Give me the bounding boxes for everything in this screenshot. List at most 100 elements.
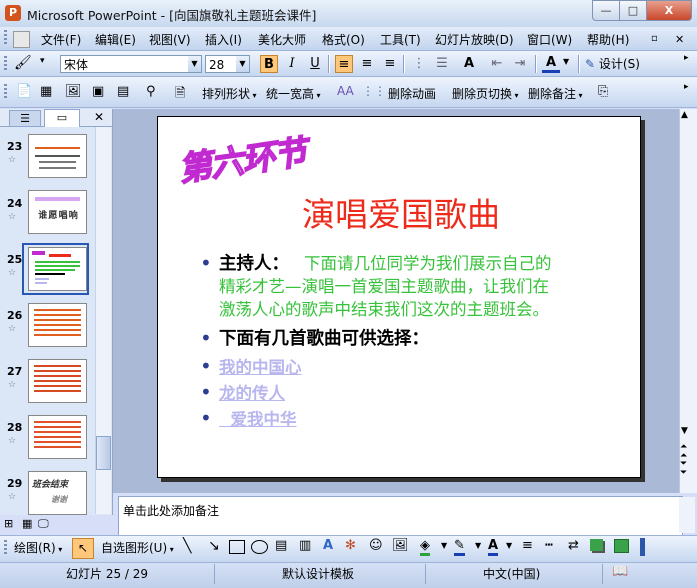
- slide-thumbnail[interactable]: [28, 303, 87, 347]
- menu-beautify[interactable]: 美化大师: [258, 31, 306, 48]
- line-style-icon[interactable]: ≡: [522, 538, 533, 553]
- layout-icon[interactable]: ▤: [117, 84, 129, 99]
- vertical-textbox-icon[interactable]: ▥: [299, 538, 311, 553]
- align-icon[interactable]: ⋮⋮: [362, 84, 386, 98]
- spelling-check-icon[interactable]: 📖: [612, 564, 628, 579]
- bullet1-text-line3[interactable]: 激荡人心的歌声中结束我们这次的主题班会。: [219, 296, 549, 320]
- menu-edit[interactable]: 编辑(E): [95, 31, 136, 48]
- slides-tab[interactable]: ▭: [44, 109, 80, 127]
- chevron-down-icon[interactable]: ▼: [441, 541, 447, 550]
- menu-help[interactable]: 帮助(H): [587, 31, 629, 48]
- align-right-button[interactable]: ≡: [381, 55, 399, 73]
- wand-icon[interactable]: ⚲: [146, 84, 156, 99]
- rectangle-icon[interactable]: [229, 540, 245, 554]
- slide-thumbnail[interactable]: [28, 415, 87, 459]
- dash-style-icon[interactable]: ┅: [545, 538, 553, 553]
- normal-view-icon[interactable]: ⊞: [4, 517, 13, 530]
- slide-thumbnail[interactable]: [28, 359, 87, 403]
- song-link[interactable]: 我的中国心: [219, 354, 302, 378]
- oval-icon[interactable]: [251, 540, 268, 554]
- slide-thumbnail[interactable]: 谁 愿 唱 响: [28, 190, 87, 234]
- outline-tab[interactable]: ☰: [9, 110, 41, 127]
- next-slide-icon[interactable]: ⏷ ⏷: [680, 460, 687, 478]
- menu-format[interactable]: 格式(O): [322, 31, 365, 48]
- toolbar-grip[interactable]: [4, 84, 7, 100]
- document-icon[interactable]: [13, 31, 30, 48]
- 3d-style-icon[interactable]: [614, 539, 629, 553]
- bullet1-text-line2[interactable]: 精彩才艺—演唱一首爱国主题歌曲，让我们在: [219, 273, 549, 297]
- slide-thumbnail[interactable]: 班会结束 谢谢: [28, 471, 87, 515]
- align-center-button[interactable]: ≡: [358, 55, 376, 73]
- notes-scrollbar[interactable]: [679, 497, 695, 533]
- table-icon[interactable]: ▦: [40, 84, 52, 99]
- menu-view[interactable]: 视图(V): [149, 31, 191, 48]
- align-left-button[interactable]: ≡: [335, 55, 353, 73]
- italic-button[interactable]: I: [283, 55, 301, 73]
- slide-heading[interactable]: 演唱爱国歌曲: [302, 188, 500, 236]
- menu-window[interactable]: 窗口(W): [527, 31, 572, 48]
- font-size-select[interactable]: 28 ▼: [205, 55, 250, 73]
- text-style-icon[interactable]: AA: [337, 84, 354, 98]
- chevron-down-icon[interactable]: ▼: [506, 541, 512, 550]
- wordart-icon[interactable]: A: [323, 538, 333, 553]
- document-icon[interactable]: 🗎: [175, 84, 185, 106]
- slide-sorter-icon[interactable]: ▦: [22, 517, 32, 530]
- slide-tool-icon[interactable]: ⎘: [598, 84, 608, 99]
- arrow-style-icon[interactable]: ⇄: [568, 538, 579, 553]
- increase-indent-button[interactable]: ⇥: [511, 55, 529, 73]
- font-color-icon[interactable]: A: [488, 538, 499, 556]
- slideshow-icon[interactable]: 🖵: [38, 517, 49, 531]
- delete-notes-button[interactable]: 删除备注 ▾: [528, 85, 583, 103]
- select-pointer-icon[interactable]: ↖: [72, 538, 94, 559]
- draw-menu-button[interactable]: 绘图(R) ▾: [14, 539, 62, 557]
- song-link[interactable]: 龙的传人: [219, 380, 285, 404]
- maximize-button[interactable]: □: [619, 0, 647, 21]
- uniform-size-button[interactable]: 统一宽高 ▾: [266, 85, 321, 103]
- chevron-down-icon[interactable]: ▼: [236, 56, 249, 72]
- design-button[interactable]: ✎ 设计(S): [585, 55, 640, 73]
- menu-tools[interactable]: 工具(T): [380, 31, 421, 48]
- numbering-button[interactable]: ⋮: [410, 55, 428, 73]
- delete-transition-button[interactable]: 删除页切换 ▾: [452, 85, 519, 103]
- scroll-up-icon[interactable]: ▲: [681, 110, 688, 120]
- new-slide-icon[interactable]: 📄: [16, 84, 32, 99]
- menu-close-icon[interactable]: ✕: [675, 33, 684, 46]
- menu-insert[interactable]: 插入(I): [205, 31, 242, 48]
- chevron-down-icon[interactable]: ▼: [188, 56, 201, 72]
- shadow-style-icon[interactable]: [590, 539, 603, 551]
- slide-thumbnail-selected[interactable]: [28, 247, 87, 291]
- clipart-icon[interactable]: ☺: [369, 538, 383, 553]
- menu-restore-icon[interactable]: ▫: [651, 33, 658, 44]
- close-pane-icon[interactable]: ✕: [94, 110, 104, 124]
- decrease-indent-button[interactable]: ⇤: [488, 55, 506, 73]
- toolbar-grip[interactable]: [4, 540, 7, 556]
- bold-button[interactable]: B: [260, 55, 278, 73]
- bullet2-text[interactable]: 下面有几首歌曲可供选择：: [219, 325, 429, 350]
- textbox-icon[interactable]: ▤: [275, 538, 287, 553]
- diagram-icon[interactable]: ✻: [345, 538, 356, 553]
- chevron-down-icon[interactable]: ▼: [563, 57, 569, 66]
- fill-color-icon[interactable]: ◈: [420, 538, 430, 556]
- minimize-button[interactable]: —: [592, 0, 620, 21]
- toolbar-more-icon[interactable]: [640, 538, 645, 556]
- picture-icon[interactable]: 🖼: [65, 84, 82, 99]
- underline-button[interactable]: U: [306, 55, 324, 73]
- font-color-button[interactable]: A: [542, 55, 560, 73]
- menu-slideshow[interactable]: 幻灯片放映(D): [435, 31, 514, 48]
- toolbar-more-icon[interactable]: ▸: [684, 53, 689, 63]
- close-button[interactable]: X: [646, 0, 692, 21]
- scroll-down-icon[interactable]: ▼: [681, 426, 688, 436]
- notes-placeholder[interactable]: 单击此处添加备注: [123, 502, 219, 519]
- chevron-down-icon[interactable]: ▼: [475, 541, 481, 550]
- bullet1-text-line1[interactable]: 下面请几位同学为我们展示自己的: [304, 250, 552, 274]
- song-link[interactable]: 爱我中华: [219, 406, 296, 430]
- slide-thumbnail[interactable]: [28, 134, 87, 178]
- line-color-icon[interactable]: ✎: [454, 538, 465, 556]
- format-painter-icon[interactable]: 🖌: [14, 55, 36, 73]
- increase-font-button[interactable]: A: [460, 55, 478, 73]
- font-name-select[interactable]: 宋体 ▼: [60, 55, 202, 73]
- image-icon[interactable]: ▣: [92, 84, 104, 99]
- menu-file[interactable]: 文件(F): [41, 31, 81, 48]
- slides-scroll-thumb[interactable]: [96, 436, 111, 470]
- menu-grip[interactable]: [4, 30, 7, 46]
